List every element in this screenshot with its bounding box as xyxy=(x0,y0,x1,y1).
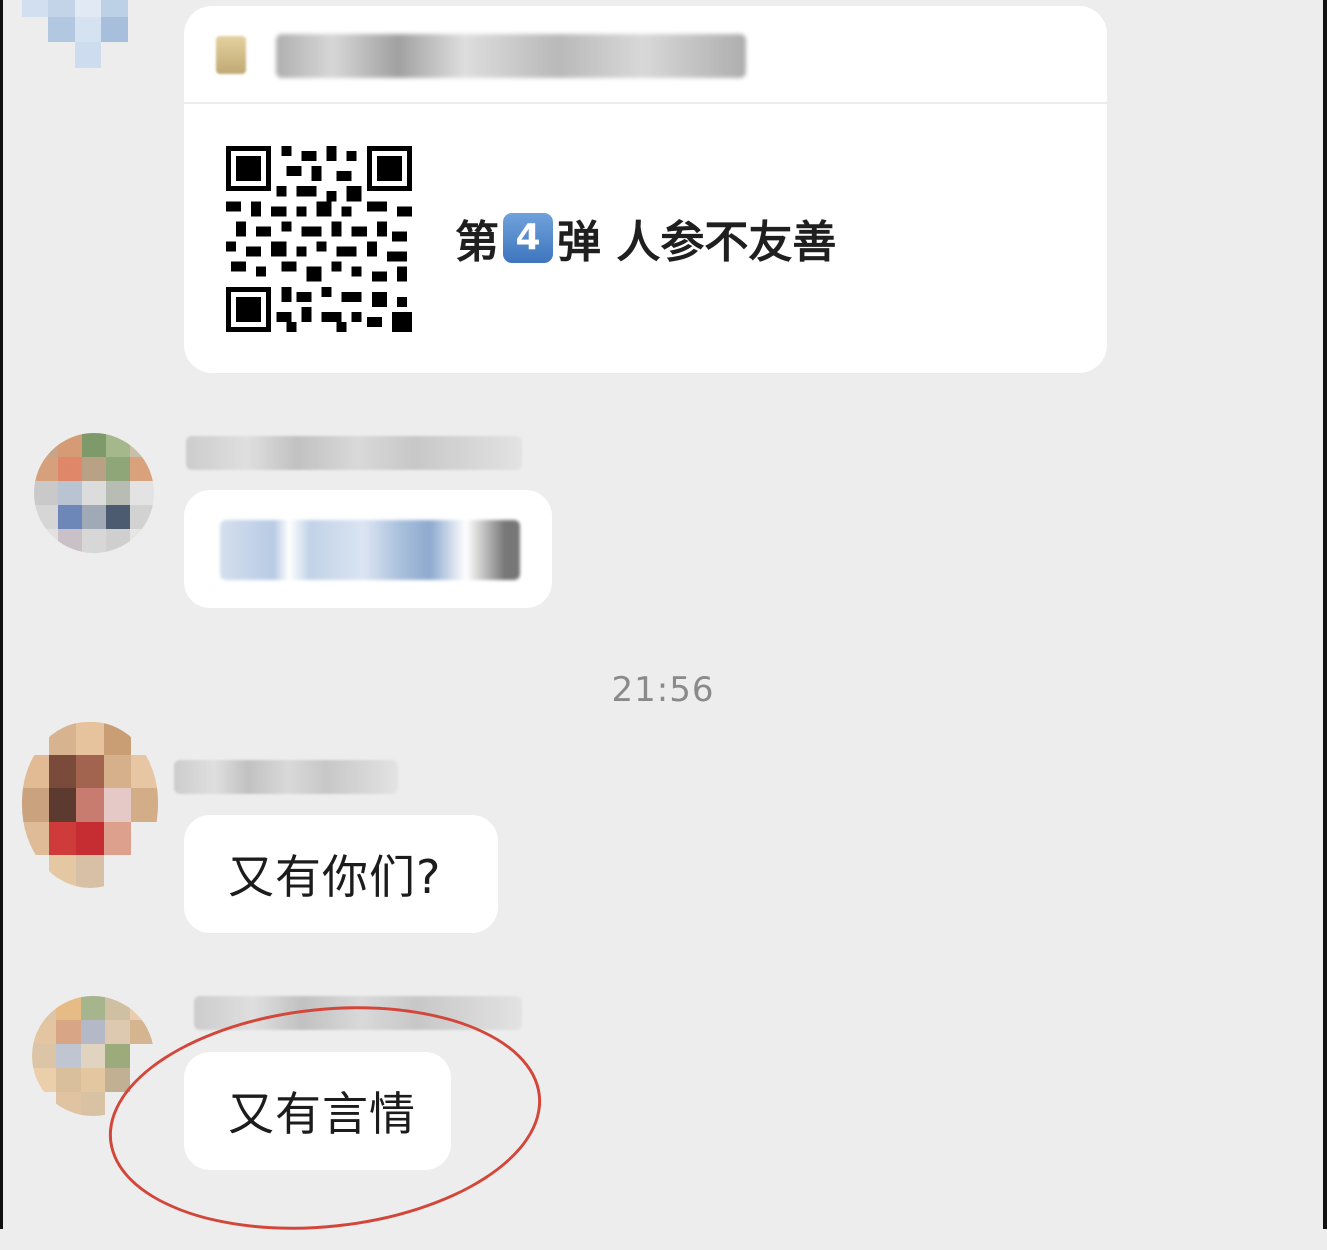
screen-edge-right xyxy=(1323,0,1327,1229)
shared-group-card[interactable]: 第 4 弹 人参不友善 xyxy=(184,6,1107,373)
message-text: 又有你们? xyxy=(228,850,442,904)
group-icon xyxy=(216,36,246,74)
qr-code-icon[interactable] xyxy=(226,146,412,332)
avatar[interactable] xyxy=(34,433,154,553)
avatar[interactable] xyxy=(22,722,158,888)
card-header-title-redacted xyxy=(276,34,746,78)
card-title: 第 4 弹 人参不友善 xyxy=(455,206,836,270)
card-header xyxy=(184,6,1107,104)
card-title-prefix: 第 xyxy=(455,217,499,268)
redacted-content xyxy=(220,520,520,580)
sender-name-redacted xyxy=(174,760,398,794)
number-badge: 4 xyxy=(503,213,553,263)
sender-name-redacted xyxy=(194,996,522,1030)
sender-name-redacted xyxy=(186,436,522,470)
timestamp: 21:56 xyxy=(611,670,715,710)
screen-edge-left xyxy=(0,0,3,1229)
message-bubble[interactable]: 又有你们? xyxy=(184,815,498,933)
message-bubble[interactable]: 又有言情 xyxy=(184,1052,451,1170)
avatar[interactable] xyxy=(32,996,154,1116)
avatar[interactable] xyxy=(22,0,154,68)
card-title-suffix: 弹 人参不友善 xyxy=(557,217,837,268)
message-text: 又有言情 xyxy=(228,1087,416,1141)
message-bubble-redacted[interactable] xyxy=(184,490,552,608)
